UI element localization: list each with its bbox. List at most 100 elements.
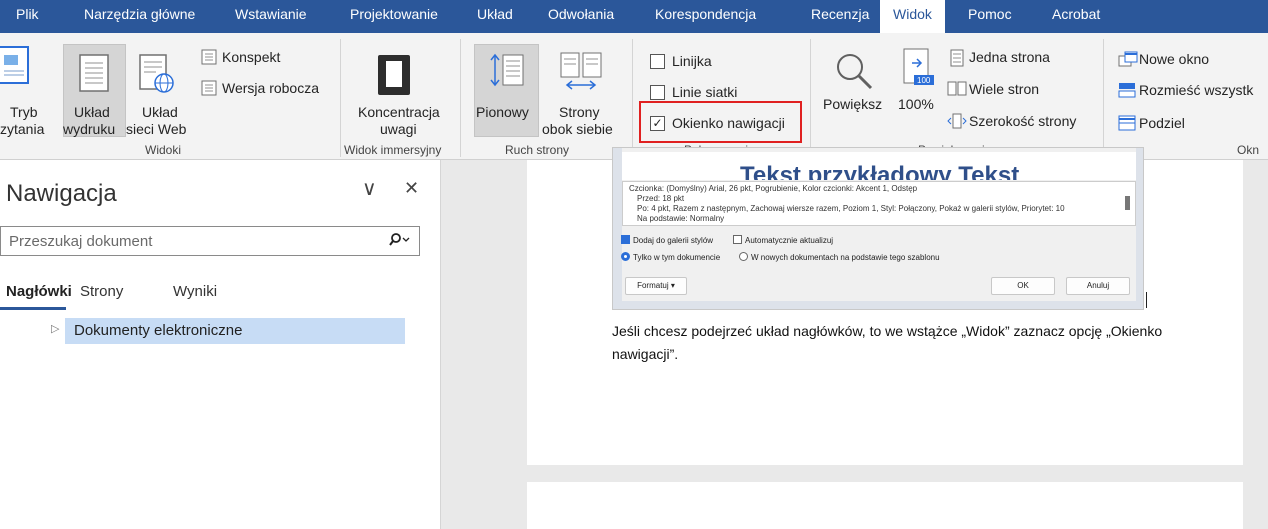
group-label-ruch: Ruch strony: [505, 143, 570, 157]
opt-auto-label: Automatycznie aktualizuj: [745, 236, 834, 245]
search-input[interactable]: Przeszukaj dokument: [9, 233, 152, 250]
ribbon: Tryb zytania Układ wydruku Układ sieci W…: [0, 33, 1268, 160]
tab-acrobat[interactable]: Acrobat: [1052, 0, 1100, 33]
draft-icon: [201, 80, 217, 96]
szerokosc-strony-label: Szerokość strony: [969, 113, 1077, 129]
nav-search-box[interactable]: Przeszukaj dokument: [0, 226, 420, 256]
tab-wstawianie[interactable]: Wstawianie: [235, 0, 307, 33]
tryb-label-2: zytania: [0, 121, 45, 137]
expand-triangle-icon[interactable]: ▷: [51, 322, 59, 335]
zoom-100-icon: 100: [903, 48, 934, 85]
ribbon-tab-bar: Plik Narzędzia główne Wstawianie Projekt…: [0, 0, 1268, 33]
chevron-down-icon[interactable]: ∨: [362, 176, 377, 201]
opt-tylko-label: Tylko w tym dokumencie: [633, 253, 721, 262]
tab-narzedzia-glowne[interactable]: Narzędzia główne: [84, 0, 195, 33]
strony-label-2: obok siebie: [542, 121, 613, 137]
dialog-ok-button: OK: [991, 277, 1055, 295]
tab-plik[interactable]: Plik: [16, 0, 39, 33]
split-icon: [1118, 115, 1136, 131]
page-width-icon: [947, 113, 967, 129]
close-icon[interactable]: ✕: [404, 178, 419, 199]
nowe-okno-label: Nowe okno: [1139, 51, 1210, 67]
tab-widok[interactable]: Widok: [880, 0, 945, 33]
zoom-magnifier-icon: [837, 54, 873, 90]
tryb-label-1: Tryb: [10, 104, 38, 120]
linijka-label: Linijka: [672, 53, 712, 69]
nav-tab-naglowki[interactable]: Nagłówki: [6, 283, 72, 300]
multiple-pages-icon: [947, 81, 967, 96]
group-label-immersyjny: Widok immersyjny: [344, 143, 442, 157]
arrange-all-icon: [1118, 83, 1136, 98]
document-paragraph[interactable]: Jeśli chcesz podejrzeć układ nagłówków, …: [612, 320, 1212, 366]
web-layout-icon: [139, 54, 174, 93]
pionowy-button[interactable]: Pionowy: [474, 44, 539, 137]
group-separator: [340, 39, 341, 157]
opt-nowych-label: W nowych dokumentach na podstawie tego s…: [751, 253, 940, 262]
vertical-scroll-icon: [490, 53, 524, 87]
linie-siatki-checkbox-box[interactable]: [650, 85, 665, 100]
side-to-side-icon: [560, 52, 602, 90]
nav-tab-strony[interactable]: Strony: [80, 283, 123, 300]
group-label-widoki: Widoki: [145, 143, 182, 157]
uklad-sieci-label-1: Układ: [142, 104, 178, 120]
print-layout-icon: [79, 54, 109, 92]
embedded-dialog-screenshot: Tekst przykładowy Tekst Czcionka: (Domyś…: [612, 147, 1144, 310]
svg-text:100: 100: [917, 76, 931, 85]
koncentracja-label-2: uwagi: [380, 121, 417, 137]
tab-pomoc[interactable]: Pomoc: [968, 0, 1012, 33]
tab-uklad[interactable]: Układ: [477, 0, 513, 33]
group-separator: [460, 39, 461, 157]
linie-siatki-label: Linie siatki: [672, 84, 738, 100]
text-cursor: [1146, 292, 1147, 308]
koncentracja-label-1: Koncentracja: [358, 104, 440, 120]
zoom-100-label: 100%: [898, 96, 934, 112]
dialog-anuluj-button: Anuluj: [1066, 277, 1130, 295]
document-page-next[interactable]: [527, 482, 1243, 529]
desc-line: Na podstawie: Normalny: [637, 214, 725, 223]
konspekt-label: Konspekt: [222, 49, 281, 65]
desc-scrollbar: [1125, 196, 1130, 210]
new-window-icon: [1118, 51, 1138, 67]
dialog-style-description: Czcionka: (Domyślny) Arial, 26 pkt, Pogr…: [622, 181, 1136, 226]
outline-icon: [201, 49, 217, 65]
tab-recenzja[interactable]: Recenzja: [811, 0, 869, 33]
linijka-checkbox-box[interactable]: [650, 54, 665, 69]
heading-item-label: Dokumenty elektroniczne: [74, 322, 243, 339]
checkbox-checked-icon: [621, 235, 630, 244]
highlight-red-box: [639, 101, 802, 143]
active-tab-underline: [0, 307, 66, 310]
radio-selected-icon: [621, 252, 630, 261]
opt-dodaj-galeria: Dodaj do galerii stylów: [621, 235, 713, 246]
nav-title: Nawigacja: [6, 180, 117, 207]
nav-tab-wyniki[interactable]: Wyniki: [173, 283, 217, 300]
uklad-sieci-label-2: sieci Web: [126, 121, 187, 137]
desc-line: Przed: 18 pkt: [637, 194, 685, 203]
search-icon[interactable]: [389, 232, 411, 251]
group-separator: [632, 39, 633, 157]
heading-list-item[interactable]: Dokumenty elektroniczne: [65, 318, 405, 344]
uklad-wydruku-button[interactable]: Układ wydruku: [63, 44, 126, 137]
group-separator: [810, 39, 811, 157]
desc-line: Po: 4 pkt, Razem z następnym, Zachowaj w…: [637, 204, 1065, 213]
group-label-okno: Okn: [1237, 143, 1260, 157]
navigation-pane: Nawigacja ∨ ✕ Przeszukaj dokument Nagłów…: [0, 160, 441, 529]
jedna-strona-label: Jedna strona: [969, 49, 1050, 65]
podziel-label: Podziel: [1139, 115, 1185, 131]
group-separator: [1103, 39, 1104, 157]
opt-tylko-dokument: Tylko w tym dokumencie: [621, 252, 720, 263]
read-mode-icon: [0, 46, 29, 84]
tab-odwolania[interactable]: Odwołania: [548, 0, 614, 33]
opt-dodaj-label: Dodaj do galerii stylów: [633, 236, 714, 245]
opt-auto-aktualizuj: Automatycznie aktualizuj: [733, 235, 833, 246]
checkbox-icon: [733, 235, 742, 244]
rozmiesc-label: Rozmieść wszystk: [1139, 82, 1254, 98]
radio-icon: [739, 252, 748, 261]
search-dropdown-icon: [389, 233, 410, 246]
opt-nowe-dokumenty: W nowych dokumentach na podstawie tego s…: [739, 252, 940, 263]
pionowy-label: Pionowy: [476, 104, 529, 120]
tab-korespondencja[interactable]: Korespondencja: [655, 0, 756, 33]
tab-projektowanie[interactable]: Projektowanie: [350, 0, 438, 33]
one-page-icon: [950, 49, 964, 67]
dialog-preview-title: Tekst przykładowy Tekst: [740, 162, 1020, 180]
uklad-wydruku-label-1: Układ: [74, 104, 110, 120]
